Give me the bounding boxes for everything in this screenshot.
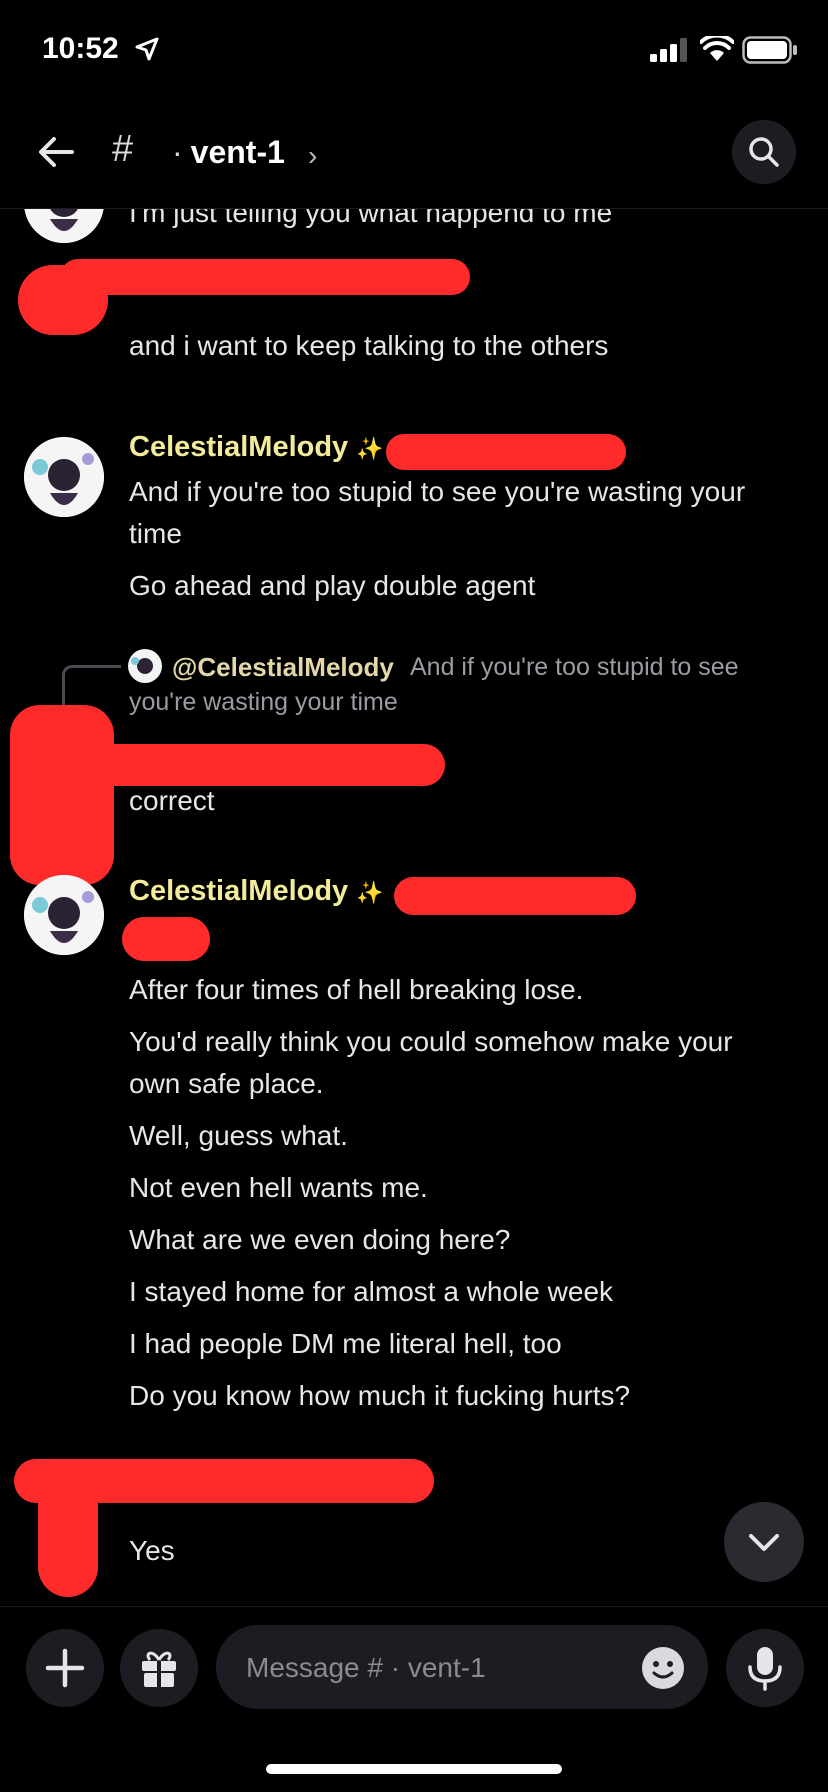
voice-message-button[interactable]: [726, 1629, 804, 1707]
scroll-to-bottom-button[interactable]: [724, 1502, 804, 1582]
redaction-mark: [394, 877, 636, 915]
message-field[interactable]: [216, 1625, 708, 1711]
author-name: CelestialMelody: [129, 431, 349, 463]
avatar[interactable]: [24, 875, 104, 955]
battery-icon: [742, 36, 797, 64]
wifi-icon: [700, 36, 734, 61]
message-text: Not even hell wants me.: [129, 1172, 428, 1203]
gift-button[interactable]: [120, 1629, 198, 1707]
channel-name: vent-1: [190, 134, 285, 170]
message-text: time: [129, 518, 182, 549]
message-text: What are we even doing here?: [129, 1224, 511, 1255]
redaction-mark: [38, 1475, 98, 1597]
avatar-art-icon: [24, 209, 104, 243]
avatar[interactable]: [24, 209, 104, 243]
message-author[interactable]: CelestialMelody ✨: [129, 431, 384, 464]
avatar[interactable]: [24, 437, 104, 517]
message-text: Well, guess what.: [129, 1120, 348, 1151]
reply-preview[interactable]: And if you're too stupid to see: [410, 653, 810, 682]
message-text: I'm just telling you what happend to me: [129, 209, 613, 228]
author-name: CelestialMelody: [129, 875, 349, 907]
sparkles-badge-icon: ✨: [356, 436, 384, 461]
reply-preview[interactable]: you're wasting your time: [129, 688, 398, 717]
avatar-art-icon: [24, 875, 104, 955]
status-bar: 10:52: [0, 0, 828, 100]
message-text: and i want to keep talking to the others: [129, 330, 609, 361]
sparkles-badge-icon: ✨: [356, 880, 384, 905]
message-text: You'd really think you could somehow mak…: [129, 1026, 733, 1057]
channel-title[interactable]: · vent-1: [172, 134, 285, 171]
microphone-icon: [748, 1647, 782, 1691]
channel-hash-icon: #: [112, 128, 134, 170]
home-indicator[interactable]: [266, 1764, 562, 1774]
status-time: 10:52: [42, 32, 119, 65]
channel-dot: ·: [172, 134, 183, 170]
message-text: correct: [129, 785, 215, 816]
cellular-signal-icon: [650, 38, 687, 62]
message-text: I had people DM me literal hell, too: [129, 1328, 562, 1359]
reply-avatar: [128, 649, 162, 683]
search-button[interactable]: [732, 120, 796, 184]
search-icon: [749, 137, 779, 167]
chevron-down-icon: [749, 1534, 779, 1551]
redaction-mark: [386, 434, 626, 470]
back-arrow-icon[interactable]: [36, 132, 76, 172]
channel-header: # · vent-1 ›: [0, 100, 828, 209]
add-attachment-button[interactable]: [26, 1629, 104, 1707]
redaction-mark: [10, 705, 114, 885]
chevron-right-icon[interactable]: ›: [308, 140, 317, 172]
message-text: own safe place.: [129, 1068, 324, 1099]
message-text: Go ahead and play double agent: [129, 570, 536, 601]
redaction-mark: [122, 917, 210, 961]
message-input[interactable]: [244, 1625, 608, 1711]
message-text: I stayed home for almost a whole week: [129, 1276, 614, 1307]
location-arrow-icon: [135, 37, 159, 61]
message-list[interactable]: I'm just telling you what happend to me …: [0, 209, 828, 1605]
redaction-mark: [60, 259, 470, 295]
gift-icon: [142, 1651, 176, 1687]
message-author[interactable]: CelestialMelody ✨: [129, 875, 384, 908]
plus-icon: [45, 1648, 85, 1688]
avatar-art-icon: [24, 437, 104, 517]
message-text: And if you're too stupid to see you're w…: [129, 476, 746, 507]
emoji-icon[interactable]: [640, 1645, 686, 1691]
message-text: After four times of hell breaking lose.: [129, 974, 584, 1005]
message-text: Do you know how much it fucking hurts?: [129, 1380, 631, 1411]
message-text: Yes: [129, 1535, 175, 1566]
reply-mention[interactable]: @CelestialMelody: [172, 652, 394, 683]
message-composer: [0, 1606, 828, 1727]
